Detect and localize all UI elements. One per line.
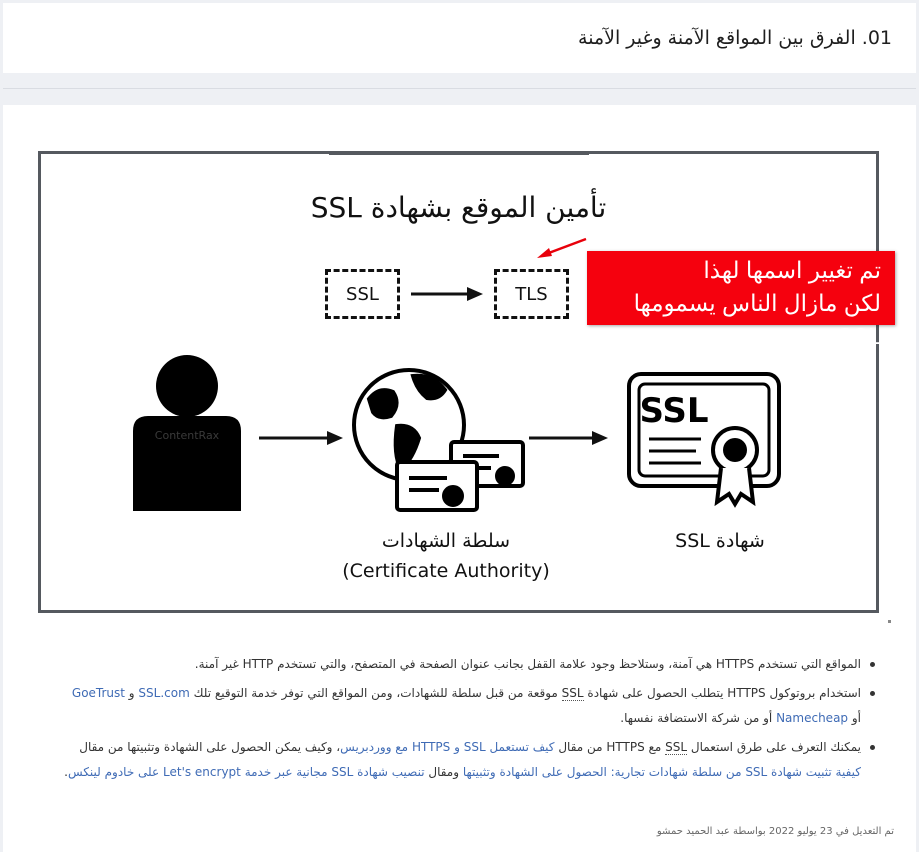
ssl-certificate-icon: SSL	[627, 372, 781, 508]
ssl-to-tls-arrow	[411, 287, 483, 301]
ca-label-ar: سلطة الشهادات	[381, 530, 511, 552]
link-ssl-https-wordpress[interactable]: كيف تستعمل SSL و HTTPS مع ووردبريس	[340, 740, 554, 754]
bullet-text: أو	[848, 711, 861, 725]
link-namecheap[interactable]: Namecheap	[776, 711, 848, 725]
divider	[3, 88, 916, 89]
bullet-text: المواقع التي تستخدم HTTPS هي آمنة، وستلا…	[194, 657, 861, 671]
ca-label: سلطة الشهادات (Certificate Authority)	[331, 526, 561, 586]
bullet-text: و	[124, 686, 139, 700]
link-ssl-com[interactable]: SSL.com	[138, 686, 189, 700]
bullet-text: يمكنك التعرف على طرق استعمال	[687, 740, 861, 754]
bullet-text: استخدام بروتوكول HTTPS يتطلب الحصول على …	[583, 686, 861, 700]
link-install-commercial-cert[interactable]: كيفية تثبيت شهادة SSL من سلطة شهادات تجا…	[463, 765, 861, 779]
ca-to-cert-arrow	[529, 431, 608, 445]
cert-label: شهادة SSL	[675, 530, 765, 552]
cert-ssl-text: SSL	[639, 391, 708, 431]
edit-meta: تم التعديل في 23 يوليو 2022 بواسطة عبد ا…	[656, 826, 894, 837]
bullet-item: يمكنك التعرف على طرق استعمال SSL مع HTTP…	[60, 735, 875, 785]
bullet-text: ومقال	[424, 765, 463, 779]
user-silhouette-icon: ContentRax	[133, 355, 241, 511]
page-title: 01. الفرق بين المواقع الآمنة وغير الآمنة	[578, 27, 892, 49]
link-letsencrypt-linux[interactable]: تنصيب شهادة SSL مجانية عبر خدمة Let's en…	[68, 765, 425, 779]
link-goetrust[interactable]: GoeTrust	[72, 686, 125, 700]
bullet-list: المواقع التي تستخدم HTTPS هي آمنة، وستلا…	[60, 652, 875, 789]
bullet-text: مع HTTPS من مقال	[554, 740, 666, 754]
decorative-dot	[888, 620, 891, 623]
bullet-text: موقعة من قبل سلطة للشهادات، ومن المواقع …	[189, 686, 562, 700]
callout-pointer-arrow	[537, 237, 587, 258]
globe-with-certificates-icon	[352, 368, 525, 512]
ssl-abbr: SSL	[665, 740, 688, 755]
ssl-abbr: SSL	[561, 686, 584, 701]
header-card: 01. الفرق بين المواقع الآمنة وغير الآمنة	[3, 3, 916, 73]
ca-label-en: (Certificate Authority)	[342, 560, 550, 582]
ssl-diagram: تأمين الموقع بشهادة SSL SSL TLS تم تغيير…	[38, 151, 895, 613]
bullet-text: أو من شركة الاستضافة نفسها.	[620, 711, 777, 725]
watermark-text: ContentRax	[155, 429, 220, 442]
bullet-item: استخدام بروتوكول HTTPS يتطلب الحصول على …	[60, 681, 875, 731]
bullet-item: المواقع التي تستخدم HTTPS هي آمنة، وستلا…	[60, 652, 875, 677]
bullet-text: ، وكيف يمكن الحصول على الشهادة وتثبيتها …	[79, 740, 341, 754]
user-to-ca-arrow	[259, 431, 343, 445]
